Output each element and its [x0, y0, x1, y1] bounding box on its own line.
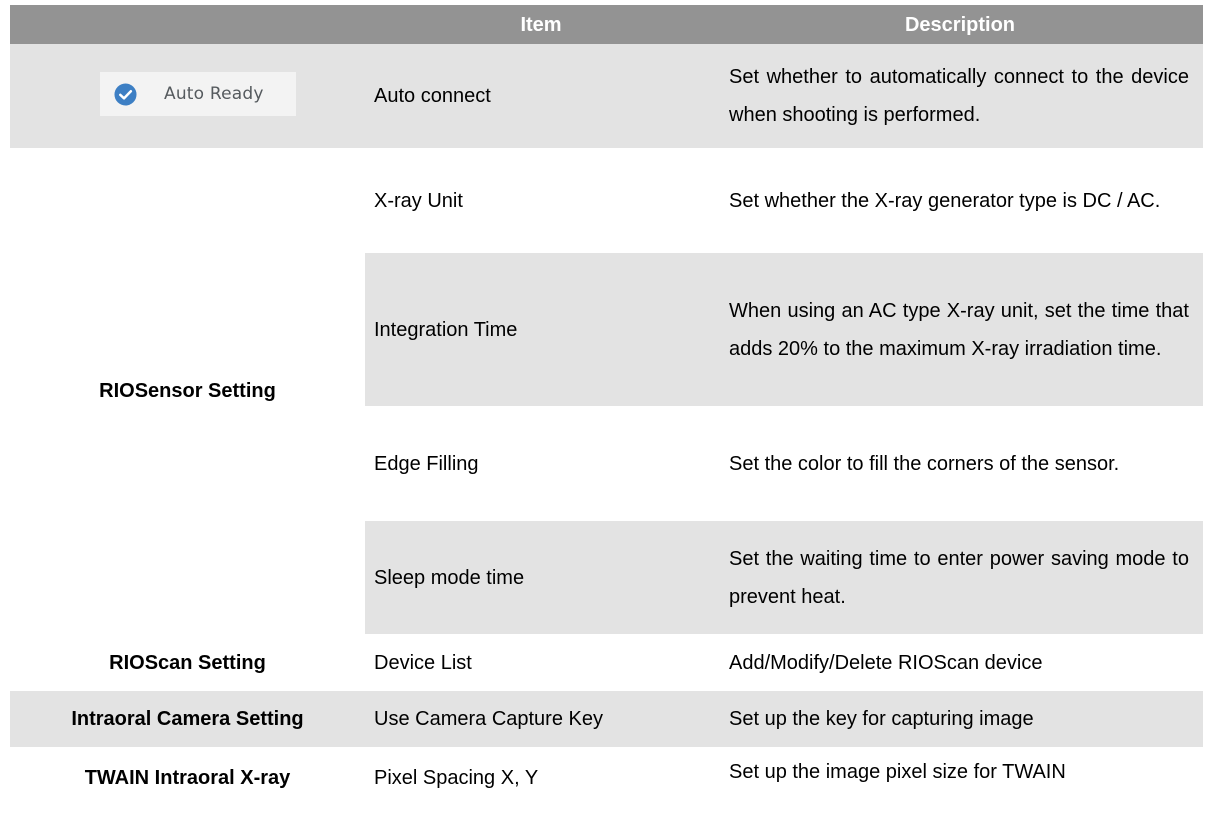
description-text: Set up the image pixel size for TWAIN	[729, 761, 1066, 783]
description-text: When using an AC type X-ray unit, set th…	[729, 299, 1189, 360]
description-sleep-mode-time: Set the waiting time to enter power savi…	[717, 521, 1203, 634]
item-device-list: Device List	[374, 651, 472, 674]
table-row-auto-connect: Auto Ready Auto connect Set whether to a…	[10, 44, 1203, 148]
table-header: Item Description	[10, 5, 1203, 44]
table-row-integration-time: Integration Time When using an AC type X…	[365, 253, 1203, 406]
item-xray-unit: X-ray Unit	[374, 189, 463, 212]
description-text: Add/Modify/Delete RIOScan device	[729, 651, 1043, 674]
description-text: Set the waiting time to enter power savi…	[729, 547, 1189, 608]
description-auto-connect: Set whether to automatically connect to …	[717, 44, 1203, 148]
group-label-riosensor: RIOSensor Setting	[99, 380, 276, 402]
item-camera-capture-key: Use Camera Capture Key	[374, 708, 603, 730]
group-label-twain: TWAIN Intraoral X-ray	[84, 767, 291, 789]
auto-ready-cell: Auto Ready	[10, 44, 365, 148]
description-text: Set whether to automatically connect to …	[729, 66, 1189, 126]
description-camera-capture-key: Set up the key for capturing image	[717, 691, 1203, 747]
description-xray-unit: Set whether the X-ray generator type is …	[717, 148, 1203, 253]
header-item: Item	[520, 13, 562, 36]
item-sleep-mode-time: Sleep mode time	[374, 566, 525, 589]
auto-ready-badge: Auto Ready	[100, 72, 296, 116]
table-row-intraoral-camera: Intraoral Camera Setting Use Camera Capt…	[10, 691, 1203, 747]
header-description: Description	[904, 13, 1016, 36]
auto-ready-label: Auto Ready	[164, 84, 264, 104]
description-device-list: Add/Modify/Delete RIOScan device	[717, 634, 1203, 691]
description-integration-time: When using an AC type X-ray unit, set th…	[717, 253, 1203, 406]
description-text: Set up the key for capturing image	[729, 708, 1034, 730]
table-row-edge-filling: Edge Filling Set the color to fill the c…	[365, 406, 1203, 521]
table-row-xray-unit: X-ray Unit Set whether the X-ray generat…	[365, 148, 1203, 253]
table-row-rioscan: RIOScan Setting Device List Add/Modify/D…	[10, 634, 1203, 691]
item-edge-filling: Edge Filling	[374, 452, 479, 475]
check-circle-icon	[114, 82, 137, 106]
item-auto-connect: Auto connect	[374, 85, 491, 107]
description-text: Set whether the X-ray generator type is …	[729, 189, 1161, 212]
item-integration-time: Integration Time	[374, 318, 518, 341]
item-pixel-spacing: Pixel Spacing X, Y	[374, 767, 539, 789]
group-label-intraoral-camera: Intraoral Camera Setting	[71, 708, 304, 730]
description-edge-filling: Set the color to fill the corners of the…	[717, 406, 1203, 521]
header-col-1	[10, 5, 365, 44]
description-text: Set the color to fill the corners of the…	[729, 452, 1120, 475]
table-row-twain: TWAIN Intraoral X-ray Pixel Spacing X, Y…	[10, 747, 1203, 809]
table-row-sleep-mode-time: Sleep mode time Set the waiting time to …	[365, 521, 1203, 634]
group-label-rioscan: RIOScan Setting	[109, 651, 266, 674]
description-pixel-spacing: Set up the image pixel size for TWAIN	[717, 747, 1203, 809]
